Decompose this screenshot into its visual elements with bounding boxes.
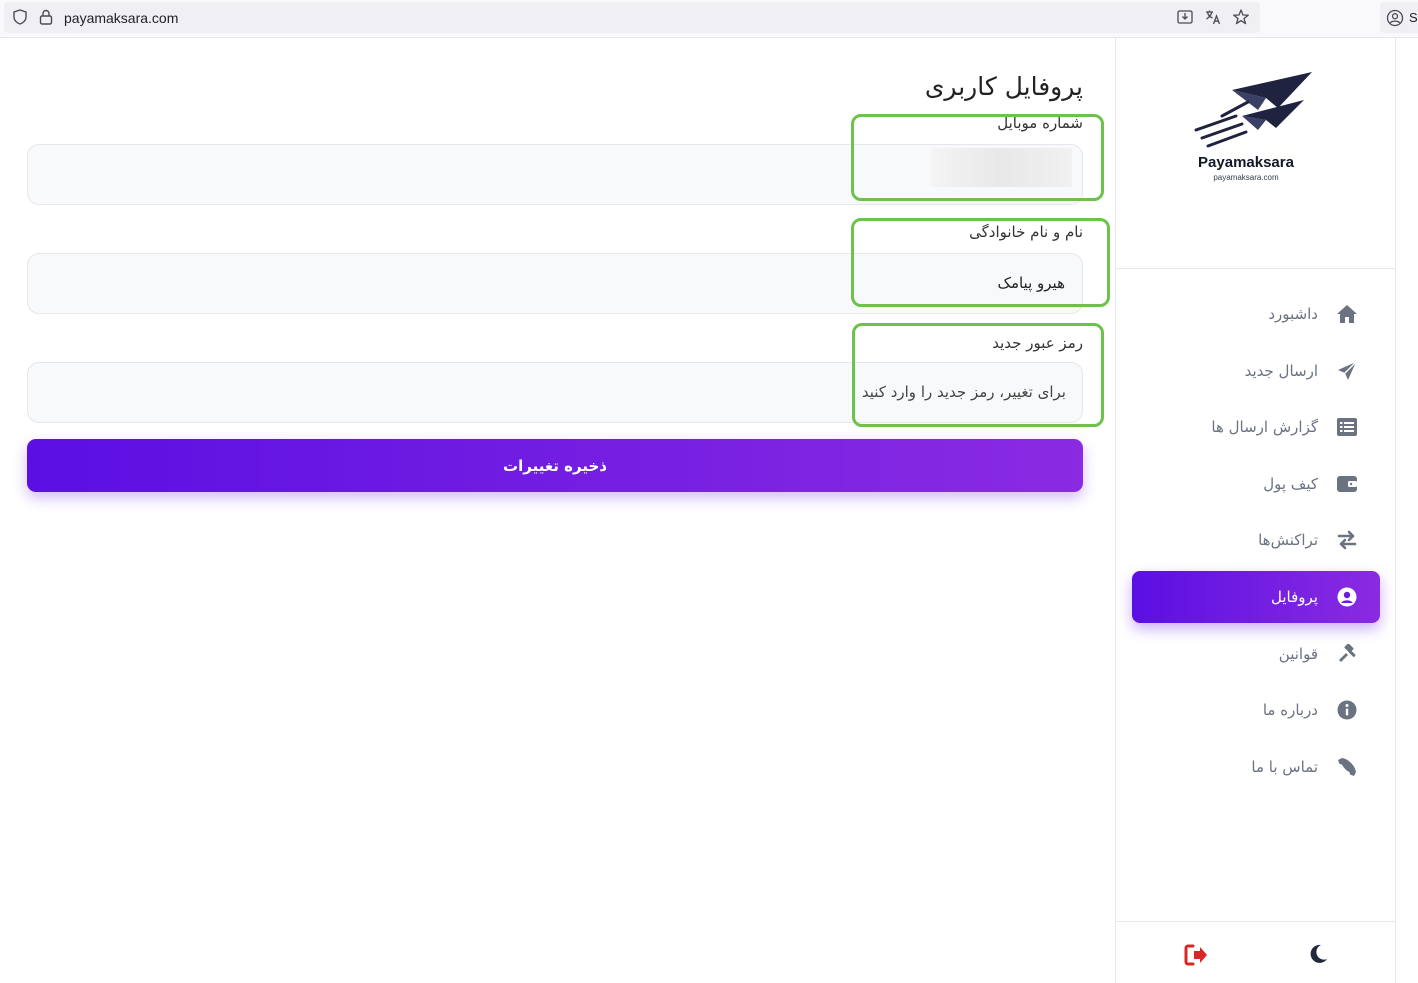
- bookmark-star-icon[interactable]: [1232, 8, 1250, 26]
- sidebar-item-send-reports[interactable]: گزارش ارسال ها: [1132, 401, 1380, 453]
- paper-planes-logo-icon: [1194, 72, 1312, 148]
- password-field[interactable]: برای تغییر، رمز جدید را وارد کنید: [27, 362, 1083, 423]
- sidebar-item-contact[interactable]: تماس با ما: [1132, 741, 1380, 793]
- sidebar-item-label: درباره ما: [1262, 701, 1318, 720]
- sidebar-item-label: تماس با ما: [1251, 757, 1318, 776]
- fullname-label: نام و نام خانوادگی: [969, 223, 1083, 241]
- password-placeholder: برای تغییر، رمز جدید را وارد کنید: [861, 383, 1066, 401]
- browser-toolbar: payamaksara.com Si: [0, 0, 1418, 38]
- sidebar-item-label: کیف پول: [1263, 474, 1318, 493]
- sidebar-nav: داشبورد ارسال جدید گزارش ارسال ها کیف پو…: [1132, 288, 1380, 797]
- address-bar[interactable]: payamaksara.com: [4, 2, 1260, 33]
- sidebar-item-label: گزارش ارسال ها: [1211, 418, 1318, 437]
- sidebar-item-profile[interactable]: پروفایل: [1132, 570, 1380, 623]
- phone-icon: [1336, 756, 1358, 778]
- fullname-field[interactable]: هیرو پیامک: [27, 253, 1083, 314]
- sidebar-item-label: داشبورد: [1268, 305, 1318, 323]
- gavel-icon: [1336, 643, 1358, 665]
- list-icon: [1336, 416, 1358, 438]
- sidebar-item-label: پروفایل: [1271, 587, 1318, 606]
- mobile-field[interactable]: [27, 144, 1083, 205]
- sidebar-item-about[interactable]: درباره ما: [1132, 684, 1380, 736]
- sidebar: Payamaksara payamaksara.com داشبورد ارسا…: [1115, 38, 1396, 983]
- sidebar-item-label: تراکنش‌ها: [1258, 531, 1318, 550]
- brand-logo[interactable]: Payamaksara payamaksara.com: [1116, 38, 1396, 269]
- sidebar-item-label: ارسال جدید: [1244, 361, 1318, 380]
- logout-icon[interactable]: [1184, 944, 1208, 970]
- download-page-icon[interactable]: [1176, 8, 1194, 26]
- account-icon: [1386, 9, 1404, 27]
- main-content: پروفایل کاربری شماره موبایل نام و نام خا…: [0, 38, 1115, 983]
- translate-icon[interactable]: [1204, 8, 1222, 26]
- wallet-icon: [1336, 473, 1358, 495]
- home-icon: [1336, 303, 1358, 325]
- fullname-value: هیرو پیامک: [997, 274, 1065, 292]
- exchange-icon: [1336, 529, 1358, 551]
- page-title: پروفایل کاربری: [924, 72, 1083, 101]
- shield-icon[interactable]: [12, 9, 28, 25]
- sidebar-item-label: قوانین: [1278, 644, 1318, 663]
- user-circle-icon: [1336, 586, 1358, 608]
- sidebar-item-new-send[interactable]: ارسال جدید: [1132, 345, 1380, 397]
- sidebar-footer: [1116, 921, 1396, 983]
- paper-plane-icon: [1336, 360, 1358, 382]
- password-label: رمز عبور جدید: [992, 334, 1083, 352]
- sidebar-item-wallet[interactable]: کیف پول: [1132, 458, 1380, 510]
- sidebar-item-rules[interactable]: قوانین: [1132, 628, 1380, 680]
- account-label: Si: [1409, 10, 1418, 25]
- sidebar-item-dashboard[interactable]: داشبورد: [1132, 288, 1380, 340]
- mobile-value-redacted: [931, 148, 1072, 187]
- moon-icon[interactable]: [1308, 944, 1328, 968]
- brand-name: Payamaksara: [1198, 154, 1294, 171]
- info-icon: [1336, 699, 1358, 721]
- sidebar-item-transactions[interactable]: تراکنش‌ها: [1132, 514, 1380, 566]
- mobile-label: شماره موبایل: [997, 114, 1083, 132]
- lock-icon[interactable]: [38, 8, 54, 26]
- account-button[interactable]: Si: [1380, 2, 1418, 33]
- url-text[interactable]: payamaksara.com: [64, 10, 178, 26]
- save-button[interactable]: ذخیره تغییرات: [27, 439, 1083, 492]
- brand-domain: payamaksara.com: [1213, 173, 1279, 182]
